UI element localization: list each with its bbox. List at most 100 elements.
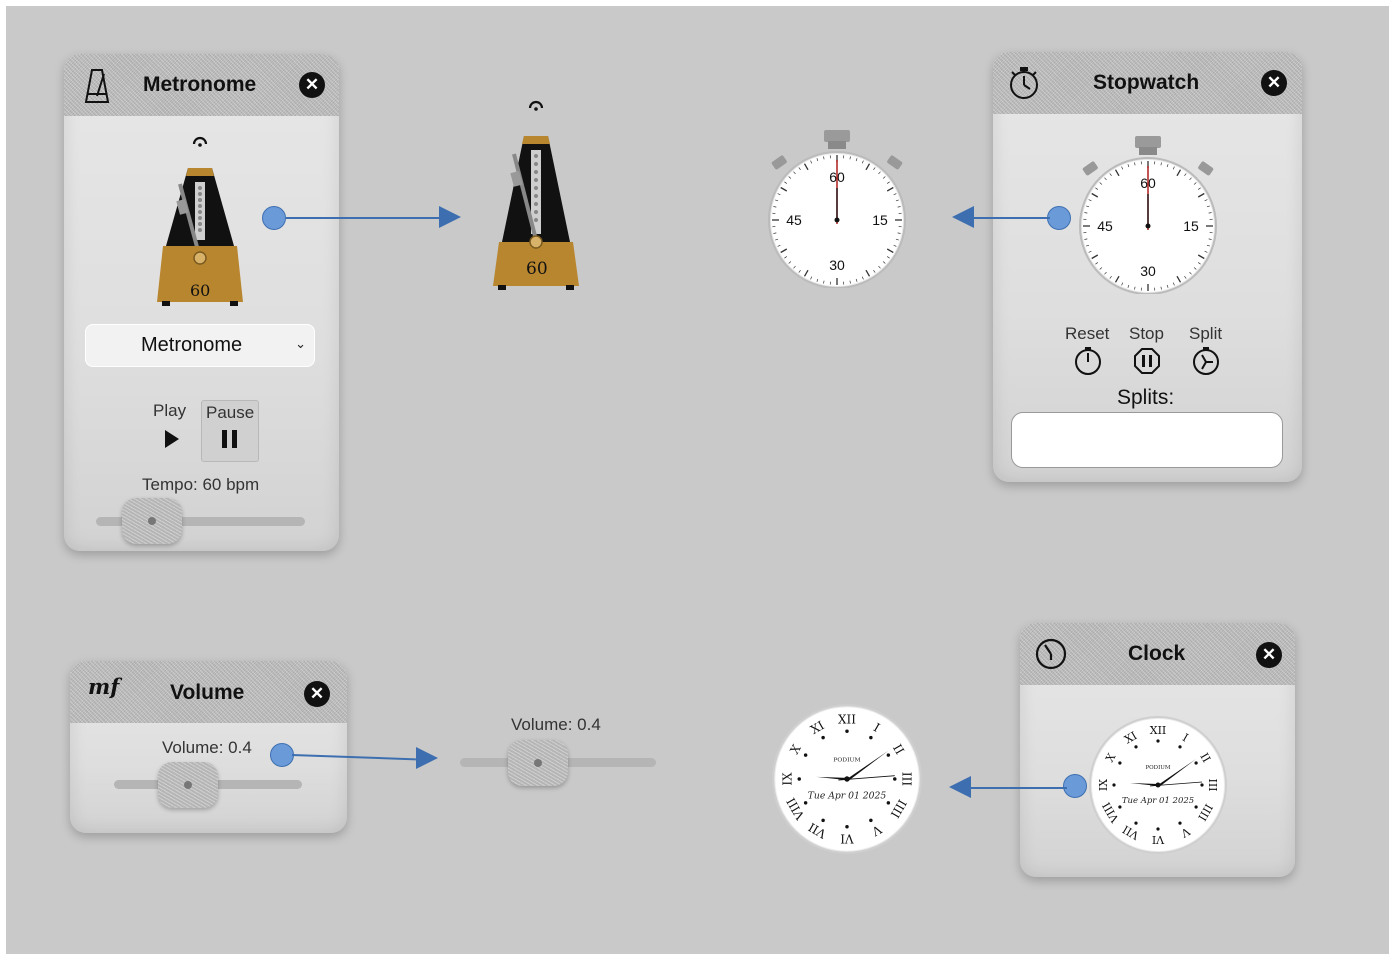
clock-preview-face: XIIIIIIIIIIIIVVIVIIVIIIIXXXIPODIUMTue Ap… bbox=[772, 704, 922, 854]
stopwatch-dial-label: 30 bbox=[1140, 263, 1156, 279]
stopwatch-title: Stopwatch bbox=[1093, 71, 1200, 94]
clock-hour-dot bbox=[1156, 827, 1160, 831]
clock-hour-dot bbox=[1194, 761, 1198, 765]
clock-hour-dot bbox=[1200, 783, 1204, 787]
clock-numeral: IX bbox=[781, 772, 795, 786]
clock-hour-dot bbox=[803, 801, 808, 805]
stopwatch-header[interactable]: Stopwatch ✕ bbox=[993, 52, 1302, 114]
split-label: Split bbox=[1189, 324, 1223, 343]
clock-hour-dot bbox=[1112, 783, 1116, 787]
stopwatch-stem bbox=[828, 141, 846, 149]
clock-hour-dot bbox=[1178, 745, 1182, 749]
stopwatch-preview-dial: 60153045 bbox=[768, 130, 906, 288]
volume-connector-arrowhead bbox=[416, 747, 438, 769]
metronome-header[interactable]: Metronome ✕ bbox=[64, 54, 339, 116]
stopwatch-dial-label: 45 bbox=[1097, 218, 1113, 234]
clock-date: Tue Apr 01 2025 bbox=[1122, 796, 1194, 806]
clock-brand: PODIUM bbox=[1145, 765, 1170, 771]
reset-label: Reset bbox=[1065, 324, 1110, 343]
stopwatch-left-pusher bbox=[1082, 161, 1098, 176]
volume-dynamic-badge: mf bbox=[88, 674, 120, 699]
stop-label: Stop bbox=[1129, 324, 1164, 343]
clock-header[interactable]: Clock ✕ bbox=[1020, 623, 1295, 685]
volume-panel: mf Volume ✕ Volume: 0.4 bbox=[70, 661, 347, 833]
stop-icon bbox=[1134, 348, 1160, 374]
metronome-preview-dial-value: 60 bbox=[526, 259, 548, 279]
play-icon bbox=[165, 430, 179, 448]
metronome-title: Metronome bbox=[143, 73, 257, 96]
metronome-preset-value: Metronome bbox=[141, 334, 243, 356]
volume-title: Volume bbox=[170, 681, 245, 704]
reset-button[interactable]: Reset bbox=[1063, 324, 1111, 375]
reset-icon bbox=[1075, 347, 1101, 375]
clock-connector-dot[interactable] bbox=[1063, 774, 1087, 798]
clock-numeral: VI bbox=[840, 831, 855, 845]
clock-connector-line bbox=[969, 787, 1067, 789]
clock-numeral: XII bbox=[838, 713, 856, 727]
stopwatch-right-pusher bbox=[887, 155, 903, 170]
pause-label: Pause bbox=[206, 403, 255, 422]
metronome-close-button[interactable]: ✕ bbox=[299, 72, 325, 98]
stopwatch-connector-dot[interactable] bbox=[1047, 206, 1071, 230]
stopwatch-crown bbox=[824, 130, 850, 142]
volume-connector-dot[interactable] bbox=[270, 743, 294, 767]
stopwatch-dial-label: 45 bbox=[786, 212, 802, 228]
stopwatch-pivot bbox=[834, 217, 840, 223]
stopwatch-dial-label: 15 bbox=[1183, 218, 1199, 234]
clock-hour-dot bbox=[886, 753, 891, 757]
metronome-dial-value: 60 bbox=[190, 281, 211, 300]
clock-face: XIIIIIIIIIIIIVVIVIIVIIIIXXXIPODIUMTue Ap… bbox=[1089, 716, 1227, 854]
metronome-connector-line bbox=[286, 217, 442, 219]
volume-label: Volume: 0.4 bbox=[162, 738, 252, 757]
volume-preview-slider-thumb[interactable] bbox=[508, 740, 568, 786]
stopwatch-connector-arrowhead bbox=[952, 206, 974, 228]
split-button[interactable]: Split bbox=[1187, 324, 1229, 375]
stopwatch-dial-label: 15 bbox=[872, 212, 888, 228]
pause-icon bbox=[222, 430, 237, 448]
metronome-preset-select[interactable]: Metronome ⌄ bbox=[85, 324, 315, 367]
clock-hour-dot bbox=[821, 818, 825, 823]
metronome-icon bbox=[84, 69, 110, 103]
clock-hour-dot bbox=[869, 818, 873, 823]
clock-hour-dot bbox=[821, 735, 825, 740]
clock-numeral: IX bbox=[1097, 779, 1110, 791]
metronome-panel: Metronome ✕ 60 Metronome ⌄ Play Pause Te… bbox=[64, 54, 339, 551]
clock-pivot bbox=[1155, 782, 1161, 788]
clock-title: Clock bbox=[1128, 642, 1186, 665]
clock-hour-dot bbox=[797, 777, 801, 781]
volume-close-button[interactable]: ✕ bbox=[304, 681, 330, 707]
splits-textarea[interactable] bbox=[1011, 412, 1283, 468]
play-button[interactable]: Play bbox=[150, 400, 190, 456]
stopwatch-left-pusher bbox=[771, 155, 787, 170]
stopwatch-panel: Stopwatch ✕ 60153045 Reset Stop Split bbox=[993, 52, 1302, 482]
clock-hour-dot bbox=[1194, 805, 1198, 809]
clock-icon bbox=[1035, 638, 1067, 670]
clock-hour-dot bbox=[893, 777, 897, 781]
clock-connector-arrowhead bbox=[949, 776, 971, 798]
clock-numeral: XII bbox=[1150, 724, 1167, 737]
clock-date: Tue Apr 01 2025 bbox=[808, 791, 887, 802]
clock-close-button[interactable]: ✕ bbox=[1256, 642, 1282, 668]
clock-hour-dot bbox=[845, 825, 849, 829]
stopwatch-close-button[interactable]: ✕ bbox=[1261, 70, 1287, 96]
stopwatch-dial: 60153045 bbox=[1079, 136, 1217, 294]
chevron-down-icon: ⌄ bbox=[295, 336, 306, 351]
splits-label: Splits: bbox=[1117, 386, 1175, 409]
stop-button[interactable]: Stop bbox=[1127, 324, 1167, 374]
pause-button[interactable]: Pause bbox=[201, 400, 259, 462]
metronome-connector-dot[interactable] bbox=[262, 206, 286, 230]
clock-hour-dot bbox=[803, 753, 808, 757]
clock-hour-dot bbox=[1178, 821, 1182, 825]
clock-hour-dot bbox=[869, 735, 873, 740]
volume-header[interactable]: mf Volume ✕ bbox=[70, 661, 347, 723]
clock-hour-dot bbox=[1118, 761, 1122, 765]
tempo-slider-thumb[interactable] bbox=[122, 498, 182, 544]
stopwatch-connector-line bbox=[972, 217, 1050, 219]
stopwatch-dial-label: 30 bbox=[829, 257, 845, 273]
stopwatch-crown bbox=[1135, 136, 1161, 148]
volume-slider-thumb[interactable] bbox=[158, 762, 218, 808]
stopwatch-stem bbox=[1139, 147, 1157, 155]
clock-brand: PODIUM bbox=[833, 757, 860, 764]
canvas: Metronome ✕ 60 Metronome ⌄ Play Pause Te… bbox=[6, 6, 1389, 954]
split-icon bbox=[1193, 347, 1219, 375]
